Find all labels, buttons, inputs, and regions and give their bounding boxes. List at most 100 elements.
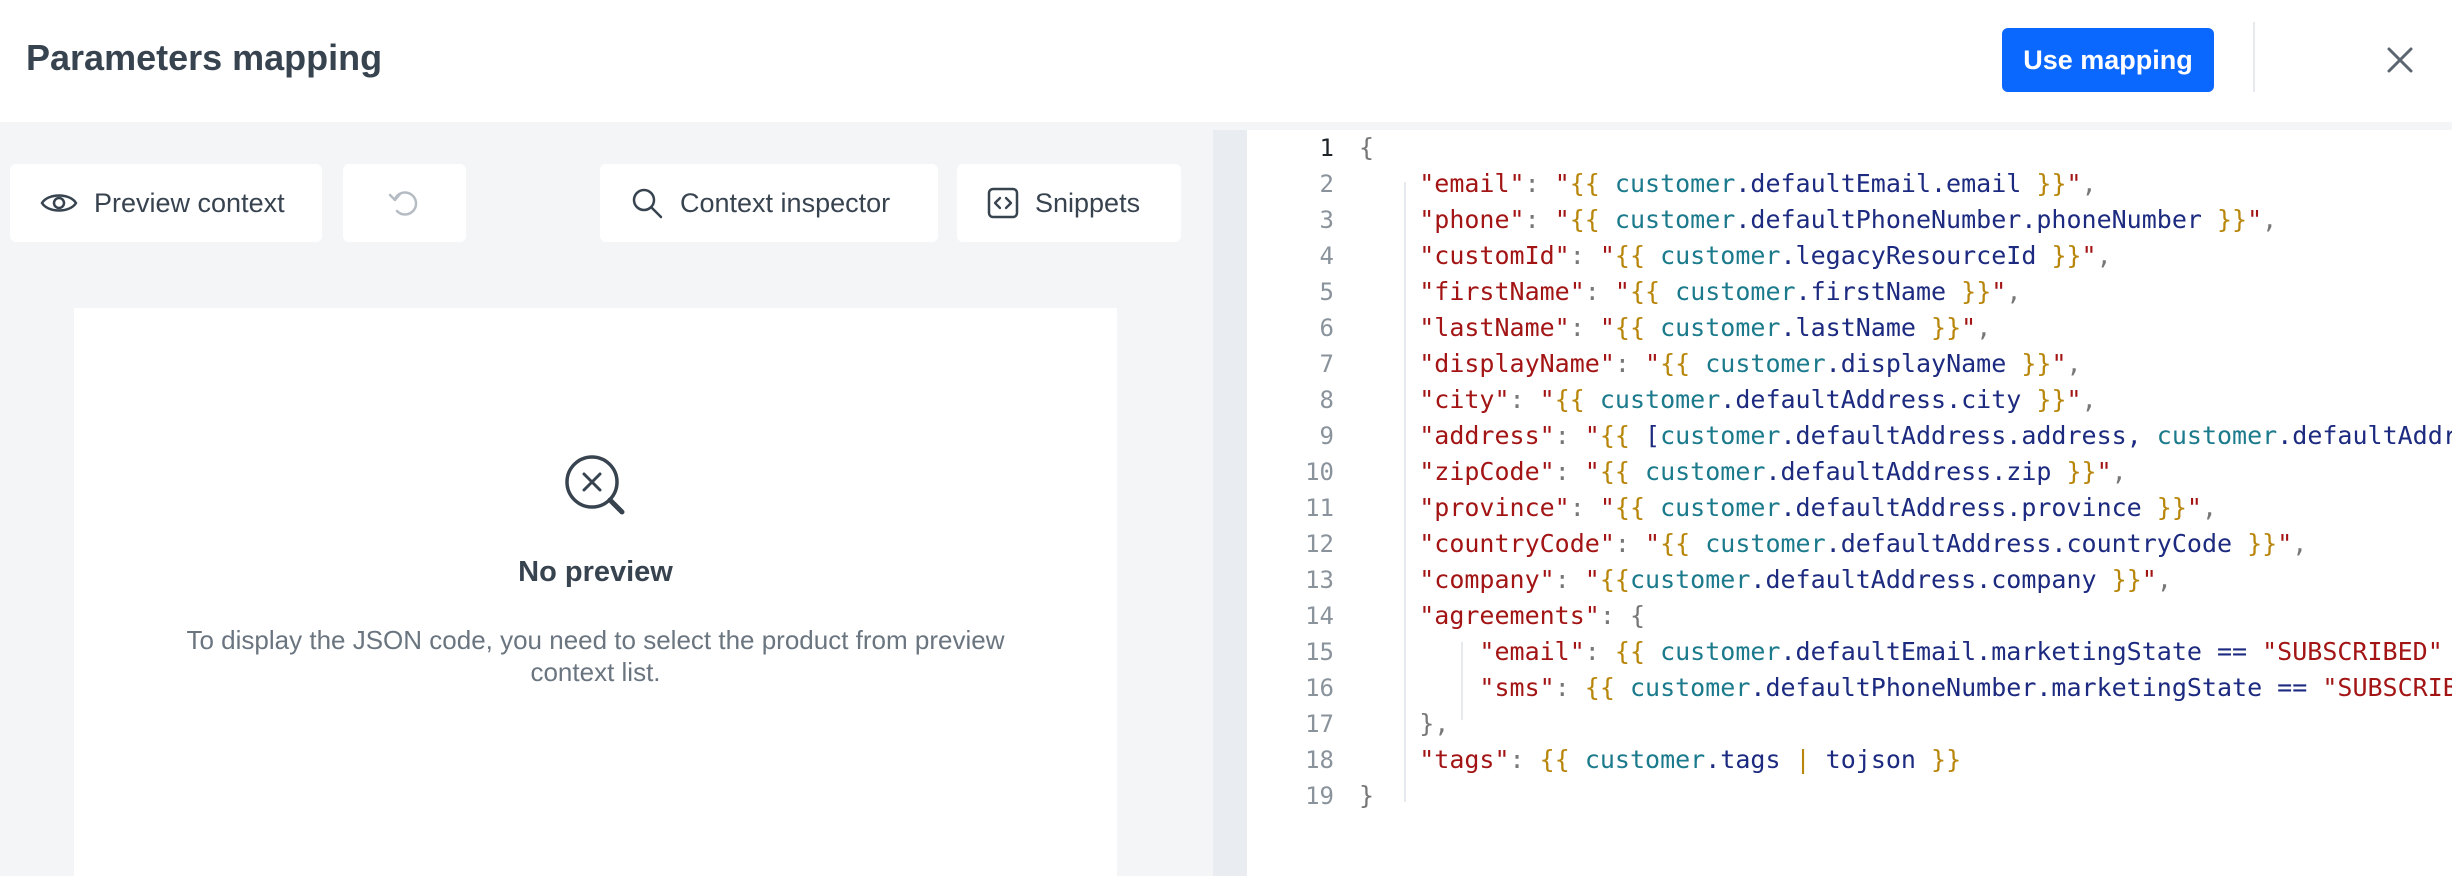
code-text: "province": "{{ customer.defaultAddress.… <box>1359 490 2217 526</box>
code-token: , <box>2081 385 2097 414</box>
code-line: 1{ <box>1247 130 2452 166</box>
code-text: "city": "{{ customer.defaultAddress.city… <box>1359 382 2097 418</box>
code-token: " <box>1614 277 1630 306</box>
code-line: 18 "tags": {{ customer.tags | tojson }} <box>1247 742 2452 778</box>
code-token: {{ <box>1614 493 1646 522</box>
line-number: 11 <box>1305 494 1334 522</box>
code-token: .defaultAddress.zip <box>1765 457 2052 486</box>
code-token: }} <box>2066 457 2097 486</box>
line-number: 18 <box>1305 746 1334 774</box>
line-number: 1 <box>1319 134 1334 162</box>
code-token: customer <box>1629 673 1751 702</box>
code-token: tojson <box>1810 745 1932 774</box>
code-token: : <box>1569 241 1600 270</box>
code-token: customer <box>1660 493 1781 522</box>
code-token: , <box>1976 313 1992 342</box>
code-token: "lastName" <box>1419 313 1570 342</box>
code-text: "firstName": "{{ customer.firstName }}", <box>1359 274 2021 310</box>
code-token: "SUBSCRIBED <box>2322 673 2452 702</box>
code-token: : <box>1554 457 1585 486</box>
code-line: 3 "phone": "{{ customer.defaultPhoneNumb… <box>1247 202 2452 238</box>
code-token: "tags" <box>1419 745 1510 774</box>
snippets-button[interactable]: Snippets <box>957 164 1181 242</box>
code-token: {{ <box>1569 205 1600 234</box>
use-mapping-button[interactable]: Use mapping <box>2002 28 2214 92</box>
code-token: .defaultEmail.email <box>1735 169 2022 198</box>
line-number: 9 <box>1319 422 1334 450</box>
preview-context-button[interactable]: Preview context <box>10 164 322 242</box>
code-token: " <box>2141 565 2157 594</box>
code-token: "city" <box>1419 385 1510 414</box>
code-token: customer <box>1705 349 1826 378</box>
no-preview-description: To display the JSON code, you need to se… <box>186 625 1005 687</box>
code-token: " <box>1539 385 1555 414</box>
code-token: }} <box>1961 277 1992 306</box>
code-token: , <box>2201 493 2218 522</box>
code-text: "displayName": "{{ customer.displayName … <box>1359 346 2081 382</box>
code-line: 16 "sms": {{ customer.defaultPhoneNumber… <box>1247 670 2452 706</box>
refresh-button[interactable] <box>343 164 466 242</box>
line-number: 8 <box>1319 386 1334 414</box>
line-number: 12 <box>1305 530 1334 558</box>
code-line: 2 "email": "{{ customer.defaultEmail.ema… <box>1247 166 2452 202</box>
snippets-label: Snippets <box>1035 187 1141 218</box>
code-line: 14 "agreements": { <box>1247 598 2452 634</box>
line-number: 19 <box>1305 782 1334 810</box>
code-token: : <box>1584 637 1615 666</box>
code-token: : <box>1614 349 1645 378</box>
code-token: " <box>2051 349 2067 378</box>
context-inspector-button[interactable]: Context inspector <box>600 164 938 242</box>
code-token: customer <box>1629 565 1751 594</box>
preview-card <box>74 308 1117 876</box>
code-token: "customId" <box>1419 241 1570 270</box>
code-token: [ <box>1629 421 1661 450</box>
code-token: customer <box>1660 637 1781 666</box>
code-token: , <box>2262 205 2278 234</box>
line-number: 10 <box>1305 458 1334 486</box>
code-token: "phone" <box>1419 205 1525 234</box>
line-number: 13 <box>1305 566 1334 594</box>
code-token: {{ <box>1584 673 1615 702</box>
code-token: " <box>2081 241 2097 270</box>
code-text: }, <box>1359 706 1449 742</box>
code-token: .defaultAddres <box>2277 421 2452 450</box>
code-token: " <box>1991 277 2007 306</box>
code-text: "tags": {{ customer.tags | tojson }} <box>1359 742 1961 778</box>
code-token: " <box>1584 421 1600 450</box>
code-token: .defaultAddress.city <box>1720 385 2022 414</box>
line-number: 7 <box>1319 350 1334 378</box>
code-text: "address": "{{ [customer.defaultAddress.… <box>1359 418 2452 454</box>
code-text: "email": {{ customer.defaultEmail.market… <box>1359 634 2452 670</box>
code-token: customer <box>2156 421 2278 450</box>
code-token: , <box>2292 529 2308 558</box>
code-editor[interactable]: 1{2 "email": "{{ customer.defaultEmail.e… <box>1213 130 2452 876</box>
code-text: } <box>1359 778 1374 814</box>
search-icon <box>632 188 663 219</box>
code-line: 11 "province": "{{ customer.defaultAddre… <box>1247 490 2452 526</box>
code-token: " <box>1599 313 1615 342</box>
code-token: {{ <box>1599 565 1630 594</box>
code-token: : <box>1509 745 1540 774</box>
code-token: }} <box>2111 565 2142 594</box>
code-token: "displayName" <box>1419 349 1615 378</box>
code-token: " <box>2186 493 2202 522</box>
close-icon[interactable] <box>2382 42 2418 78</box>
code-token: }} <box>2021 349 2052 378</box>
code-token: {{ <box>1599 421 1630 450</box>
code-token: "firstName" <box>1419 277 1585 306</box>
code-token: }} <box>2156 493 2187 522</box>
code-token: {{ <box>1660 349 1691 378</box>
